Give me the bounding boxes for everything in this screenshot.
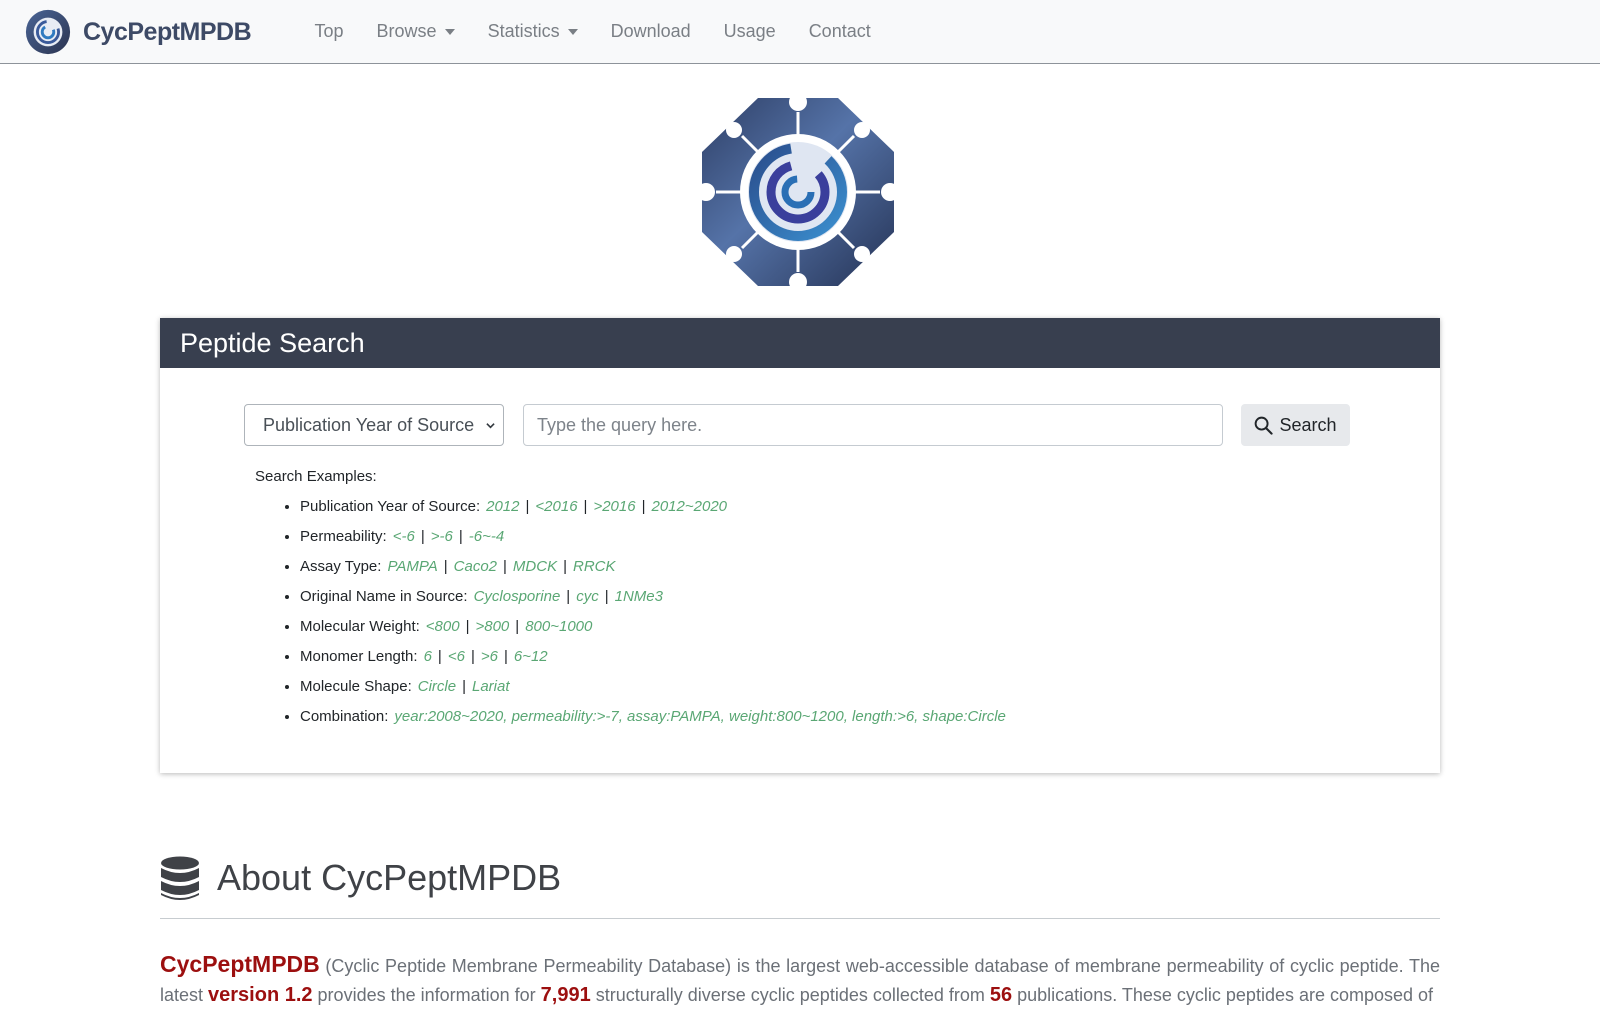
separator: | — [503, 558, 507, 575]
separator: | — [462, 678, 466, 695]
nav-contact-label: Contact — [808, 20, 871, 41]
example-label: Original Name in Source: — [300, 588, 468, 605]
example-query-link[interactable]: RRCK — [573, 558, 616, 575]
example-item: Original Name in Source: Cyclosporine | cyc… — [300, 582, 1006, 612]
example-query-link[interactable]: -6~-4 — [469, 528, 504, 545]
search-examples: Search Examples: Publication Year of Sou… — [255, 468, 1006, 732]
example-label: Assay Type: — [300, 558, 382, 575]
separator: | — [515, 618, 520, 635]
nav-top[interactable]: Top — [298, 21, 360, 42]
separator: | — [420, 528, 425, 545]
example-query-link[interactable]: <-6 — [393, 528, 415, 545]
brand-text: CycPeptMPDB — [83, 17, 252, 46]
separator: | — [458, 528, 463, 545]
card-title: Peptide Search — [160, 318, 1440, 368]
version-link[interactable]: version 1.2 — [208, 984, 313, 1006]
example-query-link[interactable]: Circle — [418, 678, 456, 695]
brand-logo-icon — [25, 9, 71, 55]
example-query-link[interactable]: Lariat — [472, 678, 510, 695]
separator: | — [465, 618, 470, 635]
separator: | — [566, 588, 571, 605]
separator: | — [563, 558, 567, 575]
example-item: Molecular Weight: <800 | >800 | 800~1000 — [300, 612, 1006, 642]
example-query-link[interactable]: 2012 — [486, 498, 519, 515]
search-field-selected: Publication Year of Source — [263, 415, 475, 435]
examples-title: Search Examples: — [255, 468, 377, 485]
publication-count: 56 — [989, 984, 1013, 1006]
peptide-search-card: Peptide Search Publication Year of Sourc… — [160, 318, 1440, 773]
example-query-link[interactable]: <2016 — [535, 498, 577, 515]
separator: | — [503, 648, 508, 665]
separator: | — [641, 498, 646, 515]
peptide-count: 7,991 — [540, 984, 591, 1006]
about-text-part4: publications. These cyclic peptides are … — [1012, 985, 1434, 1005]
example-query-link[interactable]: >800 — [475, 618, 509, 635]
nav-download-label: Download — [610, 20, 691, 41]
example-item: Molecule Shape: Circle | Lariat — [300, 672, 1006, 702]
database-icon — [161, 856, 199, 900]
nav-statistics-label: Statistics — [487, 20, 560, 41]
examples-list: Publication Year of Source: 2012 | <2016 | >2… — [255, 492, 1006, 732]
search-button[interactable]: Search — [1241, 404, 1350, 446]
nav-usage[interactable]: Usage — [707, 21, 792, 42]
example-query-link[interactable]: >2016 — [593, 498, 635, 515]
example-query-link[interactable]: 800~1000 — [525, 618, 592, 635]
example-query-link[interactable]: MDCK — [513, 558, 557, 575]
example-query-link[interactable]: cyc — [576, 588, 599, 605]
navbar: CycPeptMPDB Top Browse Statistics Downlo… — [0, 0, 1600, 64]
example-item: Monomer Length: 6 | <6 | >6 | 6~12 — [300, 642, 1006, 672]
separator: | — [437, 648, 442, 665]
example-query-link[interactable]: PAMPA — [387, 558, 437, 575]
separator: | — [470, 648, 475, 665]
example-query-link[interactable]: 6~12 — [514, 648, 548, 665]
example-query-link[interactable]: Cyclosporine — [474, 588, 561, 605]
nav-browse-dropdown[interactable]: Browse — [360, 21, 471, 42]
example-item: Combination: year:2008~2020, permeability… — [300, 702, 1006, 732]
example-query-link[interactable]: Caco2 — [454, 558, 497, 575]
main-nav: Top Browse Statistics Download Usage Con… — [298, 0, 887, 62]
nav-statistics-dropdown[interactable]: Statistics — [471, 21, 594, 42]
example-query-link[interactable]: 2012~2020 — [652, 498, 728, 515]
search-input[interactable] — [523, 404, 1223, 446]
separator: | — [443, 558, 448, 575]
example-query-link[interactable]: <800 — [426, 618, 460, 635]
example-query-link[interactable]: <6 — [448, 648, 465, 665]
example-label: Publication Year of Source: — [300, 498, 481, 515]
hero-logo-icon — [698, 94, 898, 290]
example-query-link[interactable]: 6 — [424, 648, 432, 665]
brand-link[interactable]: CycPeptMPDB — [24, 8, 252, 56]
search-icon — [1255, 416, 1274, 435]
nav-contact[interactable]: Contact — [792, 21, 887, 42]
separator: | — [525, 498, 530, 515]
example-label: Monomer Length: — [300, 648, 418, 665]
chevron-down-icon — [486, 423, 495, 429]
nav-browse-label: Browse — [376, 20, 437, 41]
about-paragraph: CycPeptMPDB (Cyclic Peptide Membrane Per… — [160, 950, 1440, 1010]
about-section-header: About CycPeptMPDB — [160, 852, 1440, 919]
nav-download[interactable]: Download — [594, 21, 707, 42]
example-query-link[interactable]: year:2008~2020, permeability:>-7, assay:… — [394, 708, 1005, 725]
example-label: Combination: — [300, 708, 389, 725]
nav-top-label: Top — [314, 20, 344, 41]
example-query-link[interactable]: >6 — [481, 648, 498, 665]
example-item: Permeability: <-6 | >-6 | -6~-4 — [300, 522, 1006, 552]
about-text-part3: structurally diverse cyclic peptides col… — [590, 985, 990, 1005]
example-query-link[interactable]: 1NMe3 — [615, 588, 663, 605]
caret-down-icon — [444, 28, 455, 35]
example-query-link[interactable]: >-6 — [431, 528, 453, 545]
example-label: Molecule Shape: — [300, 678, 412, 695]
example-label: Permeability: — [300, 528, 387, 545]
search-button-label: Search — [1279, 414, 1337, 435]
caret-down-icon — [567, 28, 578, 35]
example-label: Molecular Weight: — [300, 618, 420, 635]
example-item: Publication Year of Source: 2012 | <2016 | >2… — [300, 492, 1006, 522]
about-title: About CycPeptMPDB — [217, 857, 562, 898]
about-db-name: CycPeptMPDB — [160, 951, 320, 977]
separator: | — [604, 588, 609, 605]
about-text-part2: provides the information for — [312, 985, 541, 1005]
search-field-select[interactable]: Publication Year of Source — [244, 404, 504, 446]
separator: | — [583, 498, 588, 515]
example-item: Assay Type: PAMPA | Caco2 | MDCK | RRCK — [300, 552, 1006, 582]
nav-usage-label: Usage — [723, 20, 776, 41]
